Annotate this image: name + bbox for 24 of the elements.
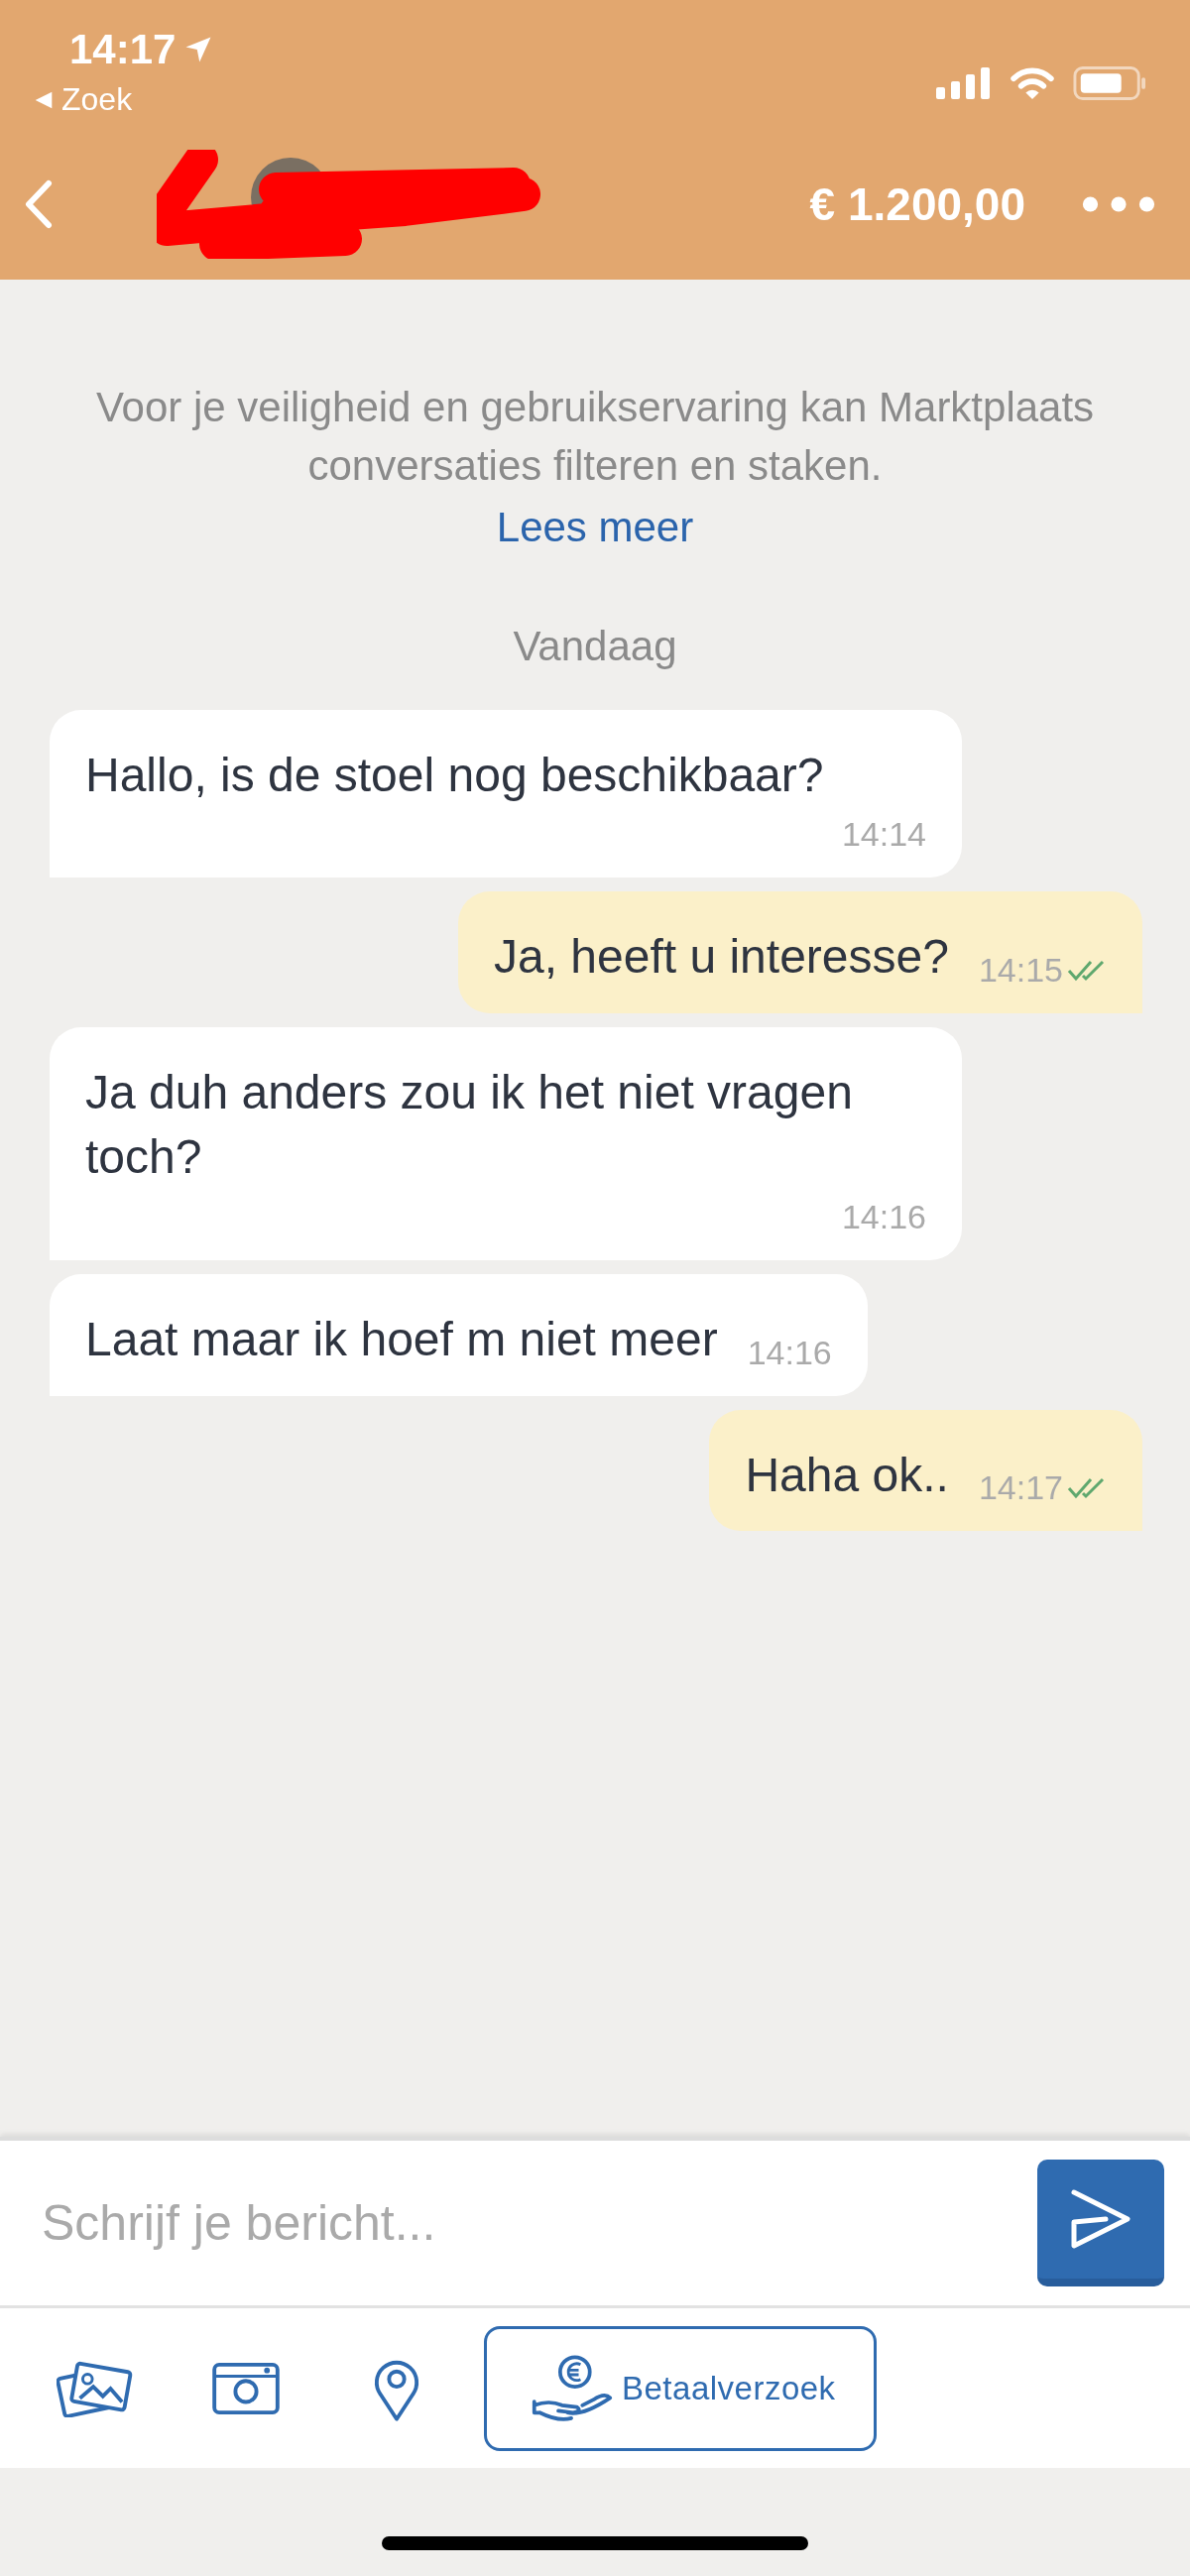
safety-notice: Voor je veiligheid en gebruikservaring kan Marktplaats conversaties filteren en staken. [94,383,1096,491]
message-text: Ja duh anders zou ik het niet vragen toch? [85,1065,854,1185]
message-time: 14:15 [978,951,1063,991]
message-time: 14:16 [747,1333,832,1372]
message-time: 14:14 [841,815,926,855]
hand-euro-coin-icon [531,2352,614,2424]
send-button[interactable] [1037,2160,1164,2286]
date-separator: Vandaag [513,622,677,670]
message-text: Laat maar ik hoef m niet meer [85,1311,718,1367]
message-text: Ja, heeft u interesse? [493,929,949,986]
message-time: 14:16 [841,1197,926,1236]
message-text: Haha ok.. [745,1447,949,1503]
message-time: 14:17 [978,1468,1063,1508]
wifi-icon [1010,66,1055,100]
signal-icon [936,67,992,99]
read-more-link[interactable]: Lees meer [496,503,694,551]
message-input[interactable]: Schrijf je bericht... [0,2164,1037,2283]
listing-price: € 1.200,00 [809,177,1025,231]
message-text: Hallo, is de stoel nog beschikbaar? [85,747,824,803]
message-input-bar[interactable]: Schrijf je bericht... [0,2137,1190,2305]
battery-icon [1073,65,1146,101]
payment-request-button[interactable]: Betaalverzoek [484,2325,877,2451]
status-time: 14:17 [69,26,177,73]
back-triangle-icon [34,89,54,110]
